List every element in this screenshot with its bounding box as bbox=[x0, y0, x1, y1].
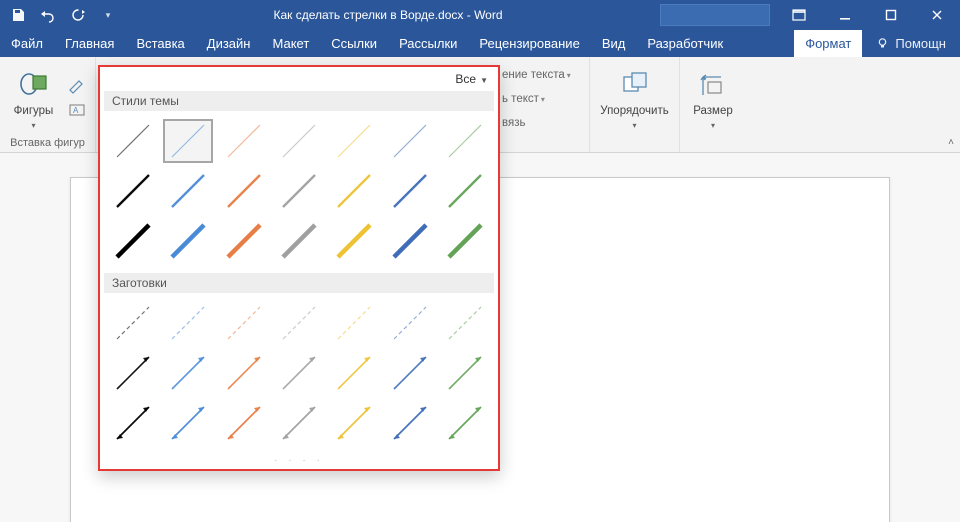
tab-file[interactable]: Файл bbox=[0, 30, 54, 57]
move-text-partial[interactable]: ь текст▾ bbox=[502, 93, 545, 105]
window-title: Как сделать стрелки в Ворде.docx - Word bbox=[116, 8, 660, 22]
style-swatch[interactable] bbox=[219, 219, 268, 263]
tab-design[interactable]: Дизайн bbox=[196, 30, 262, 57]
style-swatch[interactable] bbox=[108, 119, 157, 163]
save-icon[interactable] bbox=[10, 7, 26, 23]
ribbon-display-options-icon[interactable] bbox=[776, 0, 822, 30]
style-swatch[interactable] bbox=[385, 219, 434, 263]
close-icon[interactable] bbox=[914, 0, 960, 30]
style-swatch[interactable] bbox=[163, 169, 212, 213]
style-swatch[interactable] bbox=[108, 401, 157, 445]
tab-developer[interactable]: Разработчик bbox=[636, 30, 734, 57]
style-swatch[interactable] bbox=[163, 119, 212, 163]
style-swatch[interactable] bbox=[441, 301, 490, 345]
style-swatch[interactable] bbox=[441, 401, 490, 445]
group-label-insert-shapes: Вставка фигур bbox=[10, 134, 85, 152]
quick-access-toolbar: ▾ bbox=[0, 7, 116, 23]
tab-insert[interactable]: Вставка bbox=[125, 30, 195, 57]
style-swatch[interactable] bbox=[330, 219, 379, 263]
arrange-icon bbox=[619, 69, 651, 101]
redo-icon[interactable] bbox=[70, 7, 86, 23]
style-swatch[interactable] bbox=[219, 301, 268, 345]
lightbulb-icon bbox=[876, 37, 889, 50]
qat-customize-icon[interactable]: ▾ bbox=[100, 7, 116, 23]
style-swatch[interactable] bbox=[163, 351, 212, 395]
group-size: Размер bbox=[680, 57, 746, 152]
title-bar: ▾ Как сделать стрелки в Ворде.docx - Wor… bbox=[0, 0, 960, 30]
tell-me-help[interactable]: Помощн bbox=[862, 30, 960, 57]
style-swatch[interactable] bbox=[108, 301, 157, 345]
style-swatch[interactable] bbox=[330, 301, 379, 345]
style-swatch[interactable] bbox=[108, 351, 157, 395]
user-account-block[interactable] bbox=[660, 4, 770, 26]
arrange-button[interactable]: Упорядочить bbox=[597, 65, 673, 130]
group-arrange: Упорядочить bbox=[590, 57, 680, 152]
style-swatch[interactable] bbox=[274, 219, 323, 263]
style-swatch[interactable] bbox=[108, 169, 157, 213]
shapes-icon bbox=[18, 69, 50, 101]
style-swatch[interactable] bbox=[219, 401, 268, 445]
style-swatch[interactable] bbox=[385, 301, 434, 345]
style-swatch[interactable] bbox=[330, 119, 379, 163]
undo-icon[interactable] bbox=[40, 7, 56, 23]
style-swatch[interactable] bbox=[219, 119, 268, 163]
style-swatch[interactable] bbox=[385, 401, 434, 445]
edit-shape-icon[interactable] bbox=[66, 76, 88, 96]
maximize-icon[interactable] bbox=[868, 0, 914, 30]
shapes-button[interactable]: Фигуры bbox=[8, 65, 60, 130]
style-swatch[interactable] bbox=[274, 119, 323, 163]
tab-format[interactable]: Формат bbox=[794, 30, 862, 57]
style-swatch[interactable] bbox=[274, 401, 323, 445]
size-icon bbox=[697, 69, 729, 101]
style-swatch[interactable] bbox=[274, 351, 323, 395]
gallery-category-presets: Заготовки bbox=[104, 273, 494, 293]
style-swatch[interactable] bbox=[441, 351, 490, 395]
style-swatch[interactable] bbox=[330, 169, 379, 213]
style-swatch[interactable] bbox=[385, 351, 434, 395]
collapse-ribbon-icon[interactable]: ˄ bbox=[948, 137, 954, 148]
style-swatch[interactable] bbox=[219, 169, 268, 213]
style-swatch[interactable] bbox=[385, 119, 434, 163]
tab-review[interactable]: Рецензирование bbox=[468, 30, 590, 57]
style-swatch[interactable] bbox=[330, 401, 379, 445]
style-swatch[interactable] bbox=[163, 219, 212, 263]
style-swatch[interactable] bbox=[219, 351, 268, 395]
style-swatch[interactable] bbox=[274, 301, 323, 345]
tab-references[interactable]: Ссылки bbox=[320, 30, 388, 57]
size-button[interactable]: Размер bbox=[686, 65, 740, 130]
draw-textbox-icon[interactable]: A bbox=[66, 100, 88, 120]
minimize-icon[interactable] bbox=[822, 0, 868, 30]
style-swatch[interactable] bbox=[385, 169, 434, 213]
gallery-filter-all[interactable]: Все▼ bbox=[455, 72, 488, 86]
wrap-text-partial[interactable]: ение текста▾ bbox=[502, 69, 571, 81]
shape-styles-gallery: Все▼ Стили темы Заготовки · · · · bbox=[98, 65, 500, 471]
gallery-resize-handle[interactable]: · · · · bbox=[100, 455, 498, 463]
style-swatch[interactable] bbox=[163, 301, 212, 345]
style-swatch[interactable] bbox=[441, 169, 490, 213]
svg-text:A: A bbox=[73, 106, 79, 115]
style-swatch[interactable] bbox=[163, 401, 212, 445]
tab-layout[interactable]: Макет bbox=[261, 30, 320, 57]
style-swatch[interactable] bbox=[274, 169, 323, 213]
style-swatch[interactable] bbox=[108, 219, 157, 263]
tab-view[interactable]: Вид bbox=[591, 30, 637, 57]
gallery-category-theme: Стили темы bbox=[104, 91, 494, 111]
create-link-partial[interactable]: вязь bbox=[502, 117, 525, 129]
ribbon-tabs: Файл Главная Вставка Дизайн Макет Ссылки… bbox=[0, 30, 960, 57]
style-swatch[interactable] bbox=[441, 119, 490, 163]
style-swatch[interactable] bbox=[441, 219, 490, 263]
tab-home[interactable]: Главная bbox=[54, 30, 125, 57]
group-insert-shapes: Фигуры A Вставка фигур bbox=[0, 57, 96, 152]
window-controls bbox=[776, 0, 960, 30]
tab-mailings[interactable]: Рассылки bbox=[388, 30, 468, 57]
style-swatch[interactable] bbox=[330, 351, 379, 395]
